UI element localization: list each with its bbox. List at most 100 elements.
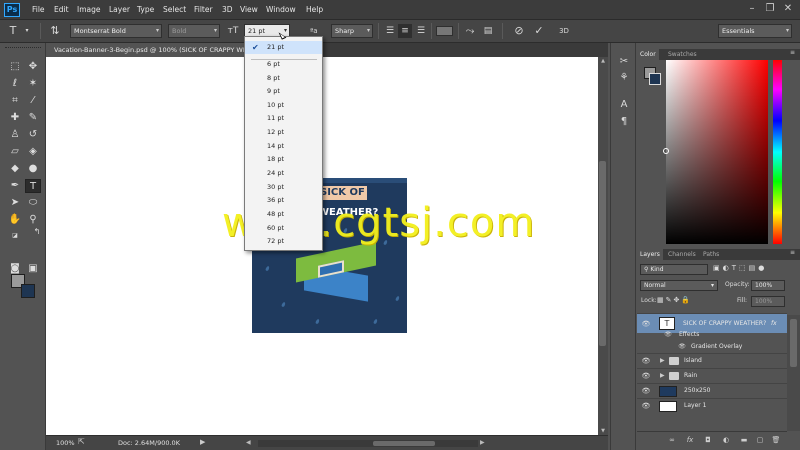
font-size-option[interactable]: 18 pt [245,153,322,166]
new-group-icon[interactable]: ▬ [739,435,749,445]
filter-type-icons[interactable]: ▣◐T⬚▤● [713,264,767,272]
layer-filter-select[interactable]: ⚲ Kind [640,264,708,275]
font-size-option[interactable]: 48 pt [245,208,322,221]
rect-marquee-icon[interactable]: ⬚ [7,60,23,74]
align-left-icon[interactable]: ☰ [383,24,397,38]
eye-icon[interactable]: 👁 [677,341,687,353]
path-selection-icon[interactable]: ➤ [7,196,23,210]
font-size-option[interactable]: 72 pt [245,235,322,248]
scroll-up-icon[interactable]: ▲ [598,57,608,65]
scroll-down-icon[interactable]: ▼ [598,427,608,435]
link-layers-icon[interactable]: ∞ [667,435,677,445]
menu-view[interactable]: View [240,5,258,14]
font-size-option[interactable]: 11 pt [245,112,322,125]
font-size-option[interactable]: 6 pt [245,58,322,71]
scroll-thumb[interactable] [373,441,435,446]
tab-layers[interactable]: Layers [637,249,663,260]
font-size-option[interactable]: 36 pt [245,194,322,207]
eraser-icon[interactable]: ▱ [7,145,23,159]
ellipse-icon[interactable]: ⬭ [25,196,41,210]
font-size-option[interactable]: 60 pt [245,222,322,235]
crop-icon[interactable]: ⌗ [7,94,23,108]
add-style-icon[interactable]: fx [685,435,695,445]
font-size-option[interactable]: 10 pt [245,99,322,112]
preset-chevron-icon[interactable]: ▾ [20,24,34,38]
font-size-option[interactable]: 8 pt [245,72,322,85]
scroll-thumb[interactable] [790,319,797,367]
layers-scrollbar[interactable] [787,315,800,431]
default-colors-icon[interactable]: ◪ [7,229,23,243]
menu-help[interactable]: Help [306,5,323,14]
type-tool-preset-icon[interactable]: T [6,24,20,38]
menu-edit[interactable]: Edit [54,5,69,14]
font-size-option[interactable]: 14 pt [245,140,322,153]
export-icon[interactable]: ⇱ [78,437,85,446]
menu-3d[interactable]: 3D [222,5,233,14]
eye-icon[interactable]: 👁 [663,329,673,341]
workspace-select[interactable]: Essentials ▾ [718,24,792,38]
dodge-icon[interactable]: ● [25,162,41,176]
menu-image[interactable]: Image [77,5,101,14]
font-size-option[interactable]: 30 pt [245,181,322,194]
layer-row-250x250[interactable]: 👁 250x250 [637,383,787,398]
disclosure-arrow-icon[interactable]: ▶ [660,369,665,383]
tab-paths[interactable]: Paths [700,249,722,260]
hand-icon[interactable]: ✋ [7,213,23,227]
close-icon[interactable]: ✕ [780,2,796,16]
font-size-option[interactable]: 12 pt [245,126,322,139]
commit-check-icon[interactable]: ✓ [532,24,546,38]
character-icon[interactable]: A [617,98,631,112]
panel-menu-icon[interactable]: ≡ [790,49,795,56]
menu-filter[interactable]: Filter [194,5,213,14]
tab-channels[interactable]: Channels [665,249,699,260]
eye-icon[interactable]: 👁 [641,354,651,368]
color-picker-ring[interactable] [663,148,669,154]
panel-grip[interactable] [5,47,41,51]
cancel-icon[interactable]: ⊘ [512,24,526,38]
clone-stamp-icon[interactable]: ♙ [7,128,23,142]
adjustment-layer-icon[interactable]: ◐ [721,435,731,445]
horizontal-scrollbar[interactable] [258,440,478,447]
zoom-level[interactable]: 100% [56,439,75,447]
quick-mask-icon[interactable]: ◙ [7,262,23,276]
disclosure-arrow-icon[interactable]: ▶ [660,354,665,368]
layer-row-layer1[interactable]: 👁 Layer 1 [637,398,787,413]
toggle-orientation-icon[interactable]: ⇅ [48,24,62,38]
vertical-scrollbar[interactable]: ▲ ▼ [598,57,608,435]
scroll-right-icon[interactable]: ▶ [480,439,485,446]
opacity-field[interactable]: 100% [751,280,785,291]
maximize-icon[interactable]: ❐ [762,2,778,16]
scroll-left-icon[interactable]: ◀ [246,439,251,446]
font-size-option[interactable]: 24 pt [245,167,322,180]
paragraph-icon[interactable]: ¶ [617,115,631,129]
eyedropper-icon[interactable]: ⁄ [25,94,41,108]
fill-field[interactable]: 100% [751,296,785,307]
layer-row-rain[interactable]: 👁 ▶ Rain [637,368,787,383]
font-size-option-selected[interactable]: ✔ 21 pt [245,41,322,54]
minimize-icon[interactable]: – [744,2,760,16]
new-layer-icon[interactable]: ▢ [755,435,765,445]
eye-icon[interactable]: 👁 [641,369,651,383]
pen-icon[interactable]: ✒ [7,179,23,193]
blur-icon[interactable]: ◆ [7,162,23,176]
font-style-select[interactable]: Bold ▾ [168,24,220,38]
3d-text-icon[interactable]: 3D [557,24,571,38]
move-icon[interactable]: ✥ [25,60,41,74]
layer-row-island[interactable]: 👁 ▶ Island [637,353,787,368]
brush-settings-icon[interactable]: ✂ [617,55,631,69]
layer-effects-row[interactable]: 👁 Effects [637,329,787,341]
type-tool-icon[interactable]: T [25,179,41,193]
font-size-option[interactable]: 9 pt [245,85,322,98]
lasso-icon[interactable]: ℓ [7,77,23,91]
background-color-swatch[interactable] [21,284,35,298]
anti-alias-select[interactable]: Sharp ▾ [331,24,373,38]
align-right-icon[interactable]: ☰ [414,24,428,38]
text-color-swatch[interactable] [436,26,453,36]
background-swatch[interactable] [649,73,661,85]
trash-icon[interactable]: 🗑 [771,435,781,445]
swap-colors-icon[interactable]: ↰ [29,225,45,239]
tab-color[interactable]: Color [637,49,659,60]
paint-bucket-icon[interactable]: ◈ [25,145,41,159]
menu-file[interactable]: File [32,5,45,14]
color-field[interactable] [666,60,768,244]
